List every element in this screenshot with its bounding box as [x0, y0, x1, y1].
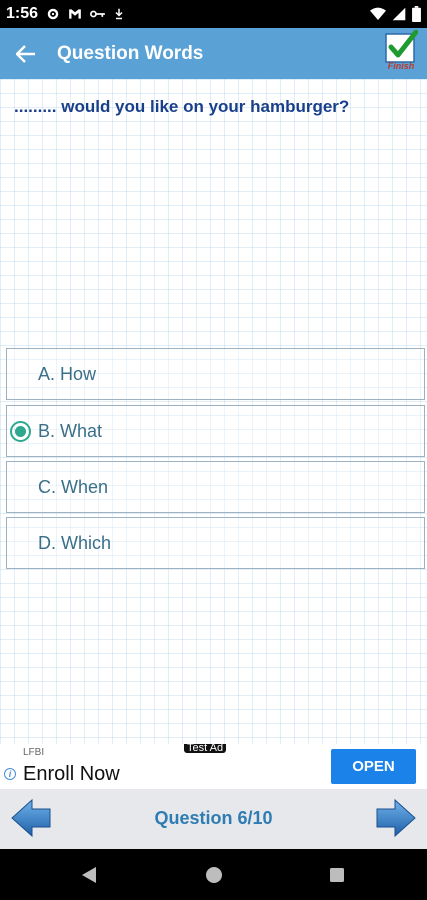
system-home-button[interactable] [203, 864, 225, 886]
ad-open-button[interactable]: OPEN [331, 749, 416, 784]
question-navigation: Question 6/10 [0, 789, 427, 849]
option-label: A. How [38, 363, 97, 384]
option-label: C. When [38, 476, 109, 497]
ad-brand: LFBI [23, 747, 45, 758]
home-circle-icon [206, 867, 222, 883]
finish-label: Finish [387, 61, 415, 71]
info-icon[interactable]: i [4, 768, 16, 780]
gmail-icon [68, 8, 82, 20]
key-icon [90, 8, 106, 20]
back-arrow-icon [16, 44, 35, 63]
back-button[interactable] [0, 28, 52, 79]
quiz-area: ......... would you like on your hamburg… [0, 79, 427, 744]
question-text: ......... would you like on your hamburg… [14, 97, 350, 116]
option-a[interactable]: A. How [6, 348, 425, 400]
settings-icon [46, 7, 60, 21]
arrow-right-icon [376, 798, 416, 838]
option-label: D. Which [38, 532, 112, 553]
radio-selected-icon [10, 421, 31, 442]
download-icon [114, 8, 124, 20]
clock: 1:56 [6, 5, 39, 22]
battery-icon [412, 6, 421, 22]
checkmark-icon [385, 30, 418, 63]
page-title: Question Words [57, 42, 204, 64]
option-c[interactable]: C. When [6, 461, 425, 513]
app-bar: Question Words Finish [0, 28, 427, 79]
option-label: B. What [38, 420, 103, 441]
ad-title: Enroll Now [23, 763, 120, 785]
option-d[interactable]: D. Which [6, 517, 425, 569]
next-question-button[interactable] [375, 797, 417, 839]
finish-button[interactable]: Finish [381, 30, 421, 76]
wifi-icon [370, 7, 386, 21]
system-nav-bar [0, 849, 427, 900]
question-progress: Question 6/10 [154, 808, 273, 828]
system-recents-button[interactable] [326, 864, 348, 886]
option-b[interactable]: B. What [6, 405, 425, 457]
ad-banner[interactable]: Test Ad LFBI i Enroll Now OPEN [0, 744, 427, 789]
triangle-back-icon [82, 867, 96, 883]
recents-square-icon [330, 868, 344, 882]
signal-icon [392, 7, 406, 21]
test-ad-badge: Test Ad [184, 744, 227, 753]
status-bar: 1:56 [0, 0, 427, 28]
system-back-button[interactable] [78, 864, 100, 886]
